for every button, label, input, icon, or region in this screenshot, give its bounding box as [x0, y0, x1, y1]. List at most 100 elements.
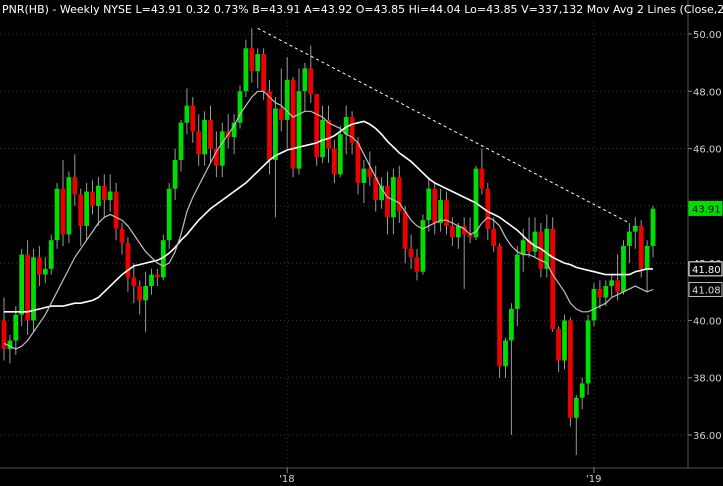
candle-up: [361, 168, 367, 183]
candle-up: [84, 191, 89, 226]
price-tick-label: 36.00: [693, 431, 722, 442]
header-low: Lo=43.85: [464, 3, 517, 16]
candle-down: [290, 79, 296, 169]
candle-up: [107, 191, 113, 201]
candle-up: [149, 274, 154, 287]
time-tick-label: '19: [586, 474, 601, 485]
header-last: L=43.91: [135, 3, 182, 16]
candle-down: [261, 54, 266, 92]
candle-down: [314, 94, 320, 158]
candle-up: [520, 240, 526, 255]
candle-up: [284, 79, 290, 120]
candle-up: [644, 245, 650, 269]
candle-down: [131, 277, 137, 287]
header-symbol: PNR(HB): [2, 3, 49, 16]
candle-down: [556, 329, 561, 361]
candle-up: [391, 177, 396, 218]
candle-down: [72, 177, 78, 195]
candle-down: [278, 108, 284, 120]
candle-up: [172, 160, 178, 189]
candle-up: [609, 280, 615, 287]
candle-up: [19, 254, 25, 315]
candle-down: [249, 48, 255, 72]
candle-up: [48, 240, 54, 269]
candle-down: [332, 148, 337, 175]
price-tag-label: 41.80: [692, 265, 721, 276]
candle-down: [78, 194, 84, 226]
svg-text:PNR(HB) - Weekly: PNR(HB) - Weekly NYSE L=43.91 0.32 0.73%…: [2, 3, 723, 16]
candle-down: [208, 119, 213, 149]
candle-down: [190, 105, 196, 132]
candle-down: [615, 280, 620, 292]
candle-up: [503, 340, 508, 367]
candle-up: [54, 188, 60, 241]
price-tick-label: 50.00: [693, 30, 722, 41]
candle-down: [90, 191, 95, 206]
candle-down: [444, 200, 449, 226]
candle-up: [66, 177, 72, 235]
price-tick-label: 38.00: [693, 374, 722, 385]
candle-up: [532, 231, 538, 252]
candle-up: [509, 308, 514, 341]
candle-down: [385, 185, 390, 218]
price-tag-label: 41.08: [692, 285, 721, 296]
candle-up: [42, 268, 48, 275]
candle-down: [267, 91, 272, 161]
candle-up: [603, 286, 609, 298]
candle-down: [450, 225, 455, 238]
candle-down: [497, 245, 502, 367]
candle-down: [597, 288, 603, 298]
candle-down: [101, 185, 107, 201]
candle-up: [184, 105, 190, 123]
candle-down: [550, 228, 556, 330]
header-separator: -: [52, 3, 59, 16]
candle-up: [302, 68, 308, 92]
candle-up: [255, 54, 261, 72]
candle-up: [579, 383, 585, 398]
candle-up: [585, 320, 591, 384]
chart-header: PNR(HB) - Weekly NYSE L=43.91 0.32 0.73%…: [2, 3, 723, 16]
candle-down: [479, 168, 485, 189]
header-change-pct: 0.73%: [214, 3, 249, 16]
candle-down: [155, 274, 160, 278]
candle-down: [408, 248, 414, 258]
candle-down: [568, 320, 573, 418]
candle-up: [455, 225, 461, 238]
header-study: Mov Avg 2 Lines (Close,20,4: [587, 3, 723, 16]
candle-up: [573, 397, 579, 418]
candle-down: [308, 68, 314, 95]
chart-background: [0, 0, 723, 486]
candle-up: [202, 119, 207, 155]
candle-down: [485, 188, 491, 229]
candle-down: [119, 228, 125, 244]
price-tick-label: 48.00: [693, 87, 722, 98]
candle-up: [591, 288, 597, 321]
time-tick-label: '18: [279, 474, 294, 485]
header-exchange: NYSE: [103, 3, 132, 16]
candle-down: [137, 286, 143, 301]
candle-up: [178, 122, 184, 161]
price-chart[interactable]: 36.0038.0040.0042.0044.0046.0048.0050.00…: [0, 0, 723, 486]
candle-up: [627, 231, 632, 246]
candle-down: [414, 257, 420, 272]
header-open: O=43.85: [356, 3, 405, 16]
candle-up: [273, 108, 278, 161]
price-tag-label: 43.91: [692, 204, 721, 215]
candle-up: [337, 134, 343, 175]
candle-up: [243, 48, 249, 92]
candle-up: [219, 131, 225, 166]
candle-down: [60, 188, 66, 235]
candle-up: [621, 245, 626, 292]
header-period: Weekly: [60, 3, 100, 16]
header-volume: V=337,132: [521, 3, 583, 16]
candle-down: [638, 225, 644, 269]
candle-up: [632, 225, 638, 232]
candle-up: [13, 314, 19, 341]
candle-up: [296, 91, 302, 169]
candle-up: [143, 286, 148, 301]
candle-up: [166, 188, 172, 241]
candle-up: [562, 320, 567, 361]
header-high: Hi=44.04: [409, 3, 461, 16]
candle-up: [650, 208, 656, 246]
candle-up: [96, 185, 101, 206]
